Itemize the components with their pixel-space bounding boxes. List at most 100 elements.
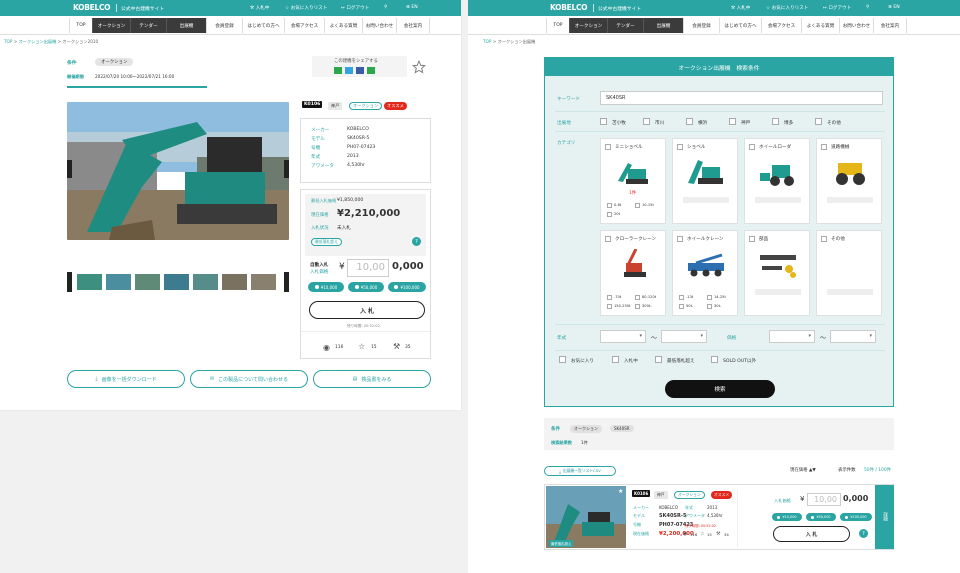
nav-top[interactable]: TOP bbox=[546, 18, 569, 33]
category-other[interactable]: その他 bbox=[816, 230, 882, 316]
kobelco-logo[interactable]: KOBELCO bbox=[550, 3, 588, 12]
category-checkbox[interactable] bbox=[677, 144, 683, 150]
size-checkbox[interactable] bbox=[635, 295, 640, 300]
result-thumbnail[interactable] bbox=[546, 486, 626, 548]
thumbnail[interactable] bbox=[76, 273, 103, 291]
nav-tender[interactable]: テンダー bbox=[130, 18, 166, 33]
csv-download-button[interactable]: ⤓ 出展機一覧リストCSV bbox=[544, 466, 616, 476]
bid-button[interactable]: 入 札 bbox=[773, 526, 850, 542]
category-crawler-crane[interactable]: クローラークレーン -70t 80-120t 150-250t 300t- bbox=[600, 230, 666, 316]
category-checkbox[interactable] bbox=[749, 144, 755, 150]
nav-exhibits[interactable]: 出展機 bbox=[166, 18, 206, 33]
bidding-link[interactable]: ⚒ 入札中 bbox=[731, 5, 750, 11]
bid-amount-input[interactable]: 10,00 bbox=[347, 259, 389, 277]
nav-access[interactable]: 会場アクセス bbox=[284, 18, 324, 33]
location-checkbox[interactable] bbox=[600, 118, 607, 125]
result-item[interactable]: ★ 最低落札超え K0106 神戸 オークション オススメ メーカー KOBELC… bbox=[544, 484, 894, 550]
thumbnail[interactable] bbox=[163, 273, 190, 291]
favorites-link[interactable]: ☆ お気に入りリスト bbox=[285, 5, 327, 11]
increment-10000[interactable]: ¥10,000 bbox=[772, 513, 802, 521]
category-checkbox[interactable] bbox=[605, 236, 611, 242]
logout-link[interactable]: ↦ ログアウト bbox=[823, 5, 851, 11]
help-icon[interactable]: ? bbox=[859, 529, 868, 538]
category-excavator[interactable]: ショベル bbox=[672, 138, 738, 224]
nav-beginners[interactable]: はじめての方へ bbox=[242, 18, 284, 33]
category-mini-excavator[interactable]: ミニショベル 1件 0-6t 10-15t 20t bbox=[600, 138, 666, 224]
size-checkbox[interactable] bbox=[607, 295, 612, 300]
nav-contact[interactable]: お問い合わせ bbox=[839, 18, 873, 33]
kobelco-logo[interactable]: KOBELCO bbox=[73, 3, 111, 12]
user-icon[interactable]: ⚲ bbox=[866, 5, 869, 10]
thumbnail[interactable] bbox=[105, 273, 132, 291]
nav-top[interactable]: TOP bbox=[69, 18, 92, 33]
language-link[interactable]: ⊕ EN bbox=[406, 5, 418, 10]
size-checkbox[interactable] bbox=[607, 304, 612, 309]
increment-100000[interactable]: ¥100,000 bbox=[840, 513, 872, 521]
nav-faq[interactable]: よくある質問 bbox=[324, 18, 362, 33]
size-checkbox[interactable] bbox=[707, 304, 712, 309]
bidding-link[interactable]: ⚒ 入札中 bbox=[250, 5, 269, 11]
size-checkbox[interactable] bbox=[707, 295, 712, 300]
category-road-machine[interactable]: 道路機械 bbox=[816, 138, 882, 224]
help-icon[interactable]: ? bbox=[412, 237, 421, 246]
language-link[interactable]: ⊕ EN bbox=[888, 5, 900, 10]
thumb-next-arrow[interactable] bbox=[284, 272, 289, 292]
price-from-select[interactable]: ▾ bbox=[769, 330, 815, 343]
bid-amount-input[interactable]: 10,00 bbox=[807, 493, 841, 506]
nav-company[interactable]: 会社案内 bbox=[396, 18, 430, 33]
nav-auction[interactable]: オークション bbox=[92, 18, 130, 33]
thumbnail[interactable] bbox=[221, 273, 248, 291]
category-checkbox[interactable] bbox=[605, 144, 611, 150]
location-checkbox[interactable] bbox=[815, 118, 822, 125]
logout-link[interactable]: ↦ ログアウト bbox=[341, 5, 369, 11]
twitter-share-icon[interactable] bbox=[345, 67, 353, 74]
category-checkbox[interactable] bbox=[821, 236, 827, 242]
location-checkbox[interactable] bbox=[643, 118, 650, 125]
inquiry-button[interactable]: ✉ この製品について問い合わせる bbox=[190, 370, 308, 388]
over-reserve-filter-checkbox[interactable] bbox=[655, 356, 662, 363]
category-checkbox[interactable] bbox=[821, 144, 827, 150]
size-checkbox[interactable] bbox=[679, 304, 684, 309]
nav-exhibits[interactable]: 出展機 bbox=[643, 18, 683, 33]
sort-label[interactable]: 現在価格 ▲▼ bbox=[790, 467, 816, 473]
nav-register[interactable]: 会員登録 bbox=[206, 18, 242, 33]
bid-button[interactable]: 入 札 bbox=[309, 301, 425, 319]
favorite-star-icon[interactable] bbox=[412, 60, 426, 74]
location-checkbox[interactable] bbox=[772, 118, 779, 125]
favorites-filter-checkbox[interactable] bbox=[559, 356, 566, 363]
thumb-prev-arrow[interactable] bbox=[67, 272, 72, 292]
main-photo[interactable] bbox=[67, 102, 289, 240]
increment-50000[interactable]: ¥50,000 bbox=[806, 513, 836, 521]
line-share-icon[interactable] bbox=[334, 67, 342, 74]
nav-contact[interactable]: お問い合わせ bbox=[362, 18, 396, 33]
nav-auction[interactable]: オークション bbox=[569, 18, 607, 33]
photo-prev-arrow[interactable] bbox=[67, 160, 72, 178]
location-checkbox[interactable] bbox=[686, 118, 693, 125]
nav-access[interactable]: 会場アクセス bbox=[761, 18, 801, 33]
size-checkbox[interactable] bbox=[635, 203, 640, 208]
favorites-link[interactable]: ☆ お気に入りリスト bbox=[766, 5, 808, 11]
thumbnail[interactable] bbox=[134, 273, 161, 291]
thumbnail[interactable] bbox=[192, 273, 219, 291]
size-checkbox[interactable] bbox=[607, 203, 612, 208]
category-wheel-crane[interactable]: ホイールクレーン -13t 14-25t 50t- 30t- bbox=[672, 230, 738, 316]
nav-beginners[interactable]: はじめての方へ bbox=[719, 18, 761, 33]
category-checkbox[interactable] bbox=[677, 236, 683, 242]
nav-register[interactable]: 会員登録 bbox=[683, 18, 719, 33]
thumbnail[interactable] bbox=[250, 273, 277, 291]
download-images-button[interactable]: ⤓ 画像を一括ダウンロード bbox=[67, 370, 185, 388]
increment-100000[interactable]: ¥100,000 bbox=[388, 282, 426, 292]
breadcrumb-list[interactable]: オークション出展機 bbox=[19, 39, 57, 44]
year-to-select[interactable]: ▾ bbox=[661, 330, 707, 343]
nav-tender[interactable]: テンダー bbox=[607, 18, 643, 33]
nav-company[interactable]: 会社案内 bbox=[873, 18, 907, 33]
year-from-select[interactable]: ▾ bbox=[600, 330, 646, 343]
price-to-select[interactable]: ▾ bbox=[830, 330, 876, 343]
size-checkbox[interactable] bbox=[679, 295, 684, 300]
per-page-options[interactable]: 50件 / 100件 bbox=[864, 467, 891, 473]
mail-share-icon[interactable] bbox=[367, 67, 375, 74]
category-checkbox[interactable] bbox=[749, 236, 755, 242]
not-sold-filter-checkbox[interactable] bbox=[711, 356, 718, 363]
facebook-share-icon[interactable] bbox=[356, 67, 364, 74]
nav-faq[interactable]: よくある質問 bbox=[801, 18, 839, 33]
